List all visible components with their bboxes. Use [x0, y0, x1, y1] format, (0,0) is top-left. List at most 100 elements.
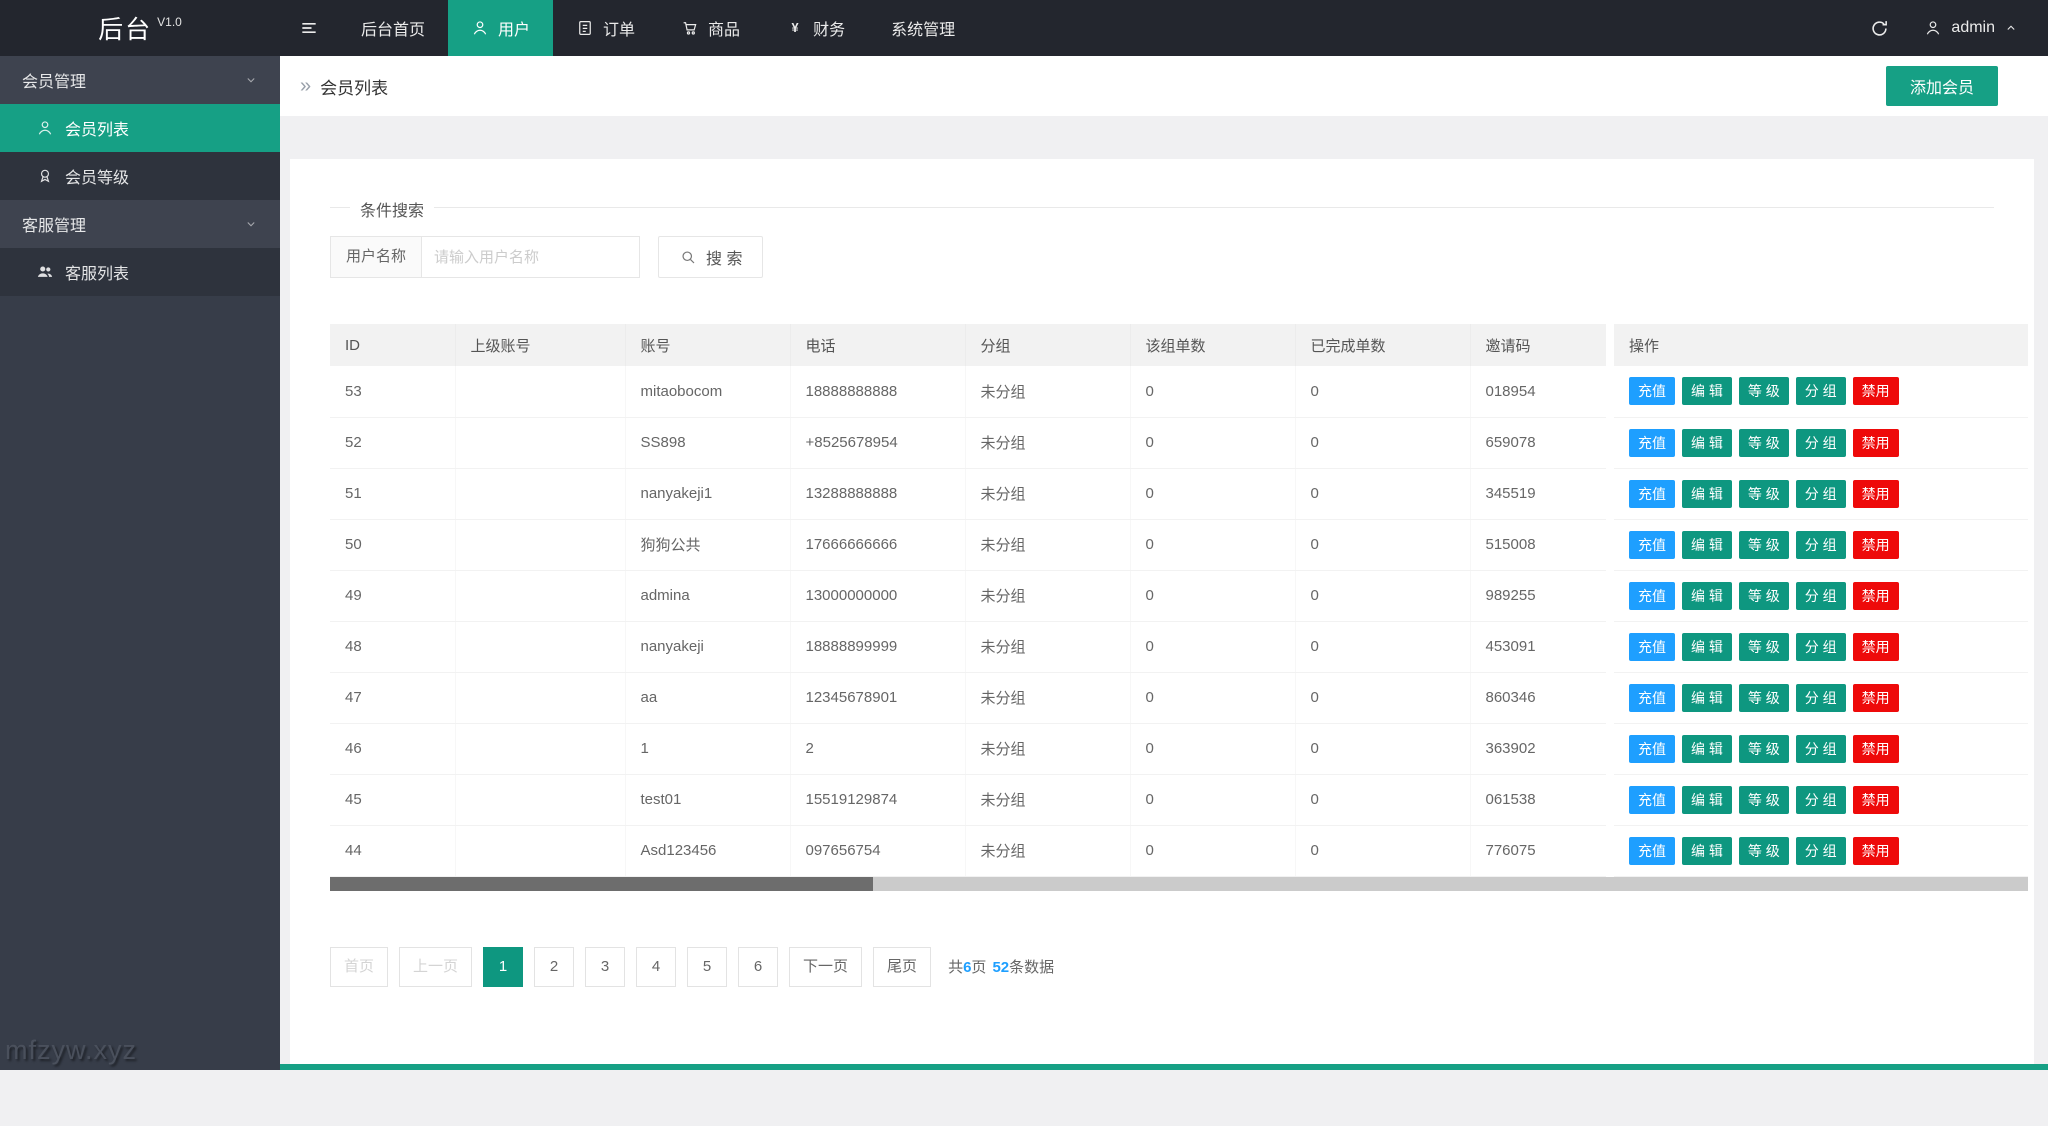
app-logo: 后台 V1.0 [0, 0, 280, 56]
scrollbar-thumb[interactable] [330, 877, 873, 891]
action-disable-button[interactable]: 禁用 [1853, 582, 1899, 610]
action-group-button[interactable]: 分 组 [1796, 684, 1846, 712]
action-edit-button[interactable]: 编 辑 [1682, 837, 1732, 865]
action-edit-button[interactable]: 编 辑 [1682, 735, 1732, 763]
action-edit-button[interactable]: 编 辑 [1682, 633, 1732, 661]
action-group-button[interactable]: 分 组 [1796, 786, 1846, 814]
action-disable-button[interactable]: 禁用 [1853, 735, 1899, 763]
action-recharge-button[interactable]: 充值 [1629, 735, 1675, 763]
cell-id: 47 [330, 672, 455, 723]
page-button-p4[interactable]: 4 [636, 947, 676, 987]
add-member-button[interactable]: 添加会员 [1886, 66, 1998, 106]
action-recharge-button[interactable]: 充值 [1629, 531, 1675, 559]
table-row: 47aa12345678901未分组00860346充值编 辑等 级分 组禁用 [330, 672, 2028, 723]
action-recharge-button[interactable]: 充值 [1629, 786, 1675, 814]
page-button-p2[interactable]: 2 [534, 947, 574, 987]
action-group-button[interactable]: 分 组 [1796, 633, 1846, 661]
cell-actions: 充值编 辑等 级分 组禁用 [1610, 825, 2028, 876]
nav-item-system[interactable]: 系统管理 [868, 0, 978, 56]
column-header: 上级账号 [455, 324, 625, 366]
nav-item-users[interactable]: 用户 [448, 0, 553, 56]
action-level-button[interactable]: 等 级 [1739, 735, 1789, 763]
action-disable-button[interactable]: 禁用 [1853, 837, 1899, 865]
action-group-button[interactable]: 分 组 [1796, 582, 1846, 610]
cell-actions: 充值编 辑等 级分 组禁用 [1610, 774, 2028, 825]
action-group-button[interactable]: 分 组 [1796, 837, 1846, 865]
action-recharge-button[interactable]: 充值 [1629, 837, 1675, 865]
action-level-button[interactable]: 等 级 [1739, 684, 1789, 712]
action-disable-button[interactable]: 禁用 [1853, 633, 1899, 661]
action-disable-button[interactable]: 禁用 [1853, 377, 1899, 405]
cell-id: 51 [330, 468, 455, 519]
user-menu[interactable]: admin [1908, 0, 2048, 56]
cell-invite_code: 989255 [1470, 570, 1610, 621]
column-header: 电话 [790, 324, 965, 366]
action-disable-button[interactable]: 禁用 [1853, 480, 1899, 508]
sidebar-item-member-list[interactable]: 会员列表 [0, 104, 280, 152]
cell-completed_orders: 0 [1295, 621, 1470, 672]
menu-collapse-button[interactable] [280, 0, 338, 56]
action-disable-button[interactable]: 禁用 [1853, 429, 1899, 457]
action-level-button[interactable]: 等 级 [1739, 531, 1789, 559]
action-group-button[interactable]: 分 组 [1796, 531, 1846, 559]
nav-item-home[interactable]: 后台首页 [338, 0, 448, 56]
page-button-first[interactable]: 首页 [330, 947, 388, 987]
action-recharge-button[interactable]: 充值 [1629, 377, 1675, 405]
action-edit-button[interactable]: 编 辑 [1682, 786, 1732, 814]
sidebar-item-service-list[interactable]: 客服列表 [0, 248, 280, 296]
action-level-button[interactable]: 等 级 [1739, 837, 1789, 865]
sidebar-item-member-management[interactable]: 会员管理 [0, 56, 280, 104]
action-edit-button[interactable]: 编 辑 [1682, 377, 1732, 405]
cell-group_orders: 0 [1130, 366, 1295, 417]
nav-item-orders[interactable]: 订单 [553, 0, 658, 56]
action-level-button[interactable]: 等 级 [1739, 480, 1789, 508]
action-disable-button[interactable]: 禁用 [1853, 786, 1899, 814]
action-disable-button[interactable]: 禁用 [1853, 531, 1899, 559]
action-level-button[interactable]: 等 级 [1739, 377, 1789, 405]
horizontal-scrollbar[interactable] [330, 877, 2028, 891]
cell-invite_code: 061538 [1470, 774, 1610, 825]
page-button-p3[interactable]: 3 [585, 947, 625, 987]
action-edit-button[interactable]: 编 辑 [1682, 582, 1732, 610]
cell-parent_account [455, 570, 625, 621]
action-group-button[interactable]: 分 组 [1796, 735, 1846, 763]
action-level-button[interactable]: 等 级 [1739, 633, 1789, 661]
content-card: 条件搜索 用户名称 搜 索 ID上级账号账号电话分组该组单数已完成单数邀请码操作… [290, 159, 2034, 1064]
action-edit-button[interactable]: 编 辑 [1682, 429, 1732, 457]
action-group-button[interactable]: 分 组 [1796, 429, 1846, 457]
search-button[interactable]: 搜 索 [658, 236, 763, 278]
action-recharge-button[interactable]: 充值 [1629, 480, 1675, 508]
cell-phone: +8525678954 [790, 417, 965, 468]
column-header: 账号 [625, 324, 790, 366]
action-group-button[interactable]: 分 组 [1796, 377, 1846, 405]
refresh-button[interactable] [1850, 0, 1908, 56]
action-level-button[interactable]: 等 级 [1739, 582, 1789, 610]
action-recharge-button[interactable]: 充值 [1629, 684, 1675, 712]
cell-group_orders: 0 [1130, 825, 1295, 876]
action-level-button[interactable]: 等 级 [1739, 429, 1789, 457]
action-edit-button[interactable]: 编 辑 [1682, 531, 1732, 559]
order-icon [576, 19, 594, 37]
action-group-button[interactable]: 分 组 [1796, 480, 1846, 508]
nav-item-goods[interactable]: 商品 [658, 0, 763, 56]
sidebar-item-member-level[interactable]: 会员等级 [0, 152, 280, 200]
page-button-last[interactable]: 尾页 [873, 947, 931, 987]
action-recharge-button[interactable]: 充值 [1629, 582, 1675, 610]
cell-invite_code: 453091 [1470, 621, 1610, 672]
username-input[interactable] [422, 236, 640, 278]
action-level-button[interactable]: 等 级 [1739, 786, 1789, 814]
page-button-p6[interactable]: 6 [738, 947, 778, 987]
sidebar-item-service-management[interactable]: 客服管理 [0, 200, 280, 248]
page-title: 会员列表 [320, 74, 388, 99]
action-edit-button[interactable]: 编 辑 [1682, 684, 1732, 712]
action-recharge-button[interactable]: 充值 [1629, 633, 1675, 661]
page-button-next[interactable]: 下一页 [789, 947, 862, 987]
page-button-p1[interactable]: 1 [483, 947, 523, 987]
action-disable-button[interactable]: 禁用 [1853, 684, 1899, 712]
page-button-p5[interactable]: 5 [687, 947, 727, 987]
nav-item-finance[interactable]: ¥财务 [763, 0, 868, 56]
action-edit-button[interactable]: 编 辑 [1682, 480, 1732, 508]
page-button-prev[interactable]: 上一页 [399, 947, 472, 987]
action-recharge-button[interactable]: 充值 [1629, 429, 1675, 457]
table-row: 44Asd123456097656754未分组00776075充值编 辑等 级分… [330, 825, 2028, 876]
